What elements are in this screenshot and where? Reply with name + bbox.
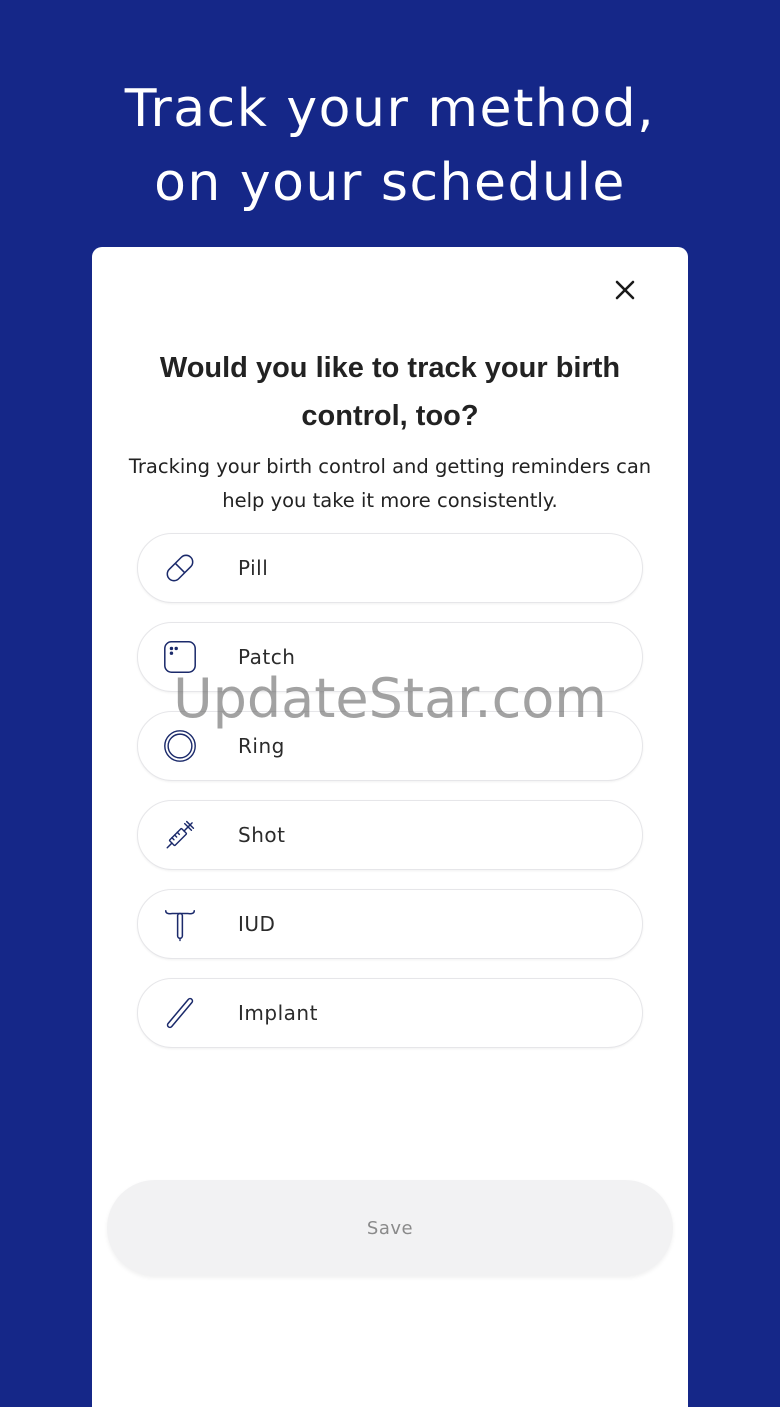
pill-icon bbox=[160, 548, 200, 588]
option-iud[interactable]: IUD bbox=[137, 889, 643, 959]
option-implant[interactable]: Implant bbox=[137, 978, 643, 1048]
headline-line-1: Track your method, bbox=[124, 79, 656, 139]
patch-icon bbox=[160, 637, 200, 677]
ring-icon bbox=[160, 726, 200, 766]
option-label: Ring bbox=[238, 734, 285, 758]
option-patch[interactable]: Patch bbox=[137, 622, 643, 692]
save-button[interactable]: Save bbox=[107, 1180, 673, 1276]
headline-line-2: on your schedule bbox=[154, 153, 626, 213]
option-shot[interactable]: Shot bbox=[137, 800, 643, 870]
option-label: IUD bbox=[238, 912, 276, 936]
method-options-list: Pill Patch Ring Shot IUD Implant bbox=[137, 533, 643, 1067]
birth-control-modal: Would you like to track your birth contr… bbox=[92, 247, 688, 1407]
modal-subtitle: Tracking your birth control and getting … bbox=[128, 455, 652, 512]
option-label: Pill bbox=[238, 556, 269, 580]
option-label: Implant bbox=[238, 1001, 318, 1025]
option-ring[interactable]: Ring bbox=[137, 711, 643, 781]
option-label: Patch bbox=[238, 645, 296, 669]
option-pill[interactable]: Pill bbox=[137, 533, 643, 603]
syringe-icon bbox=[160, 815, 200, 855]
iud-icon bbox=[160, 904, 200, 944]
implant-icon bbox=[160, 993, 200, 1033]
option-label: Shot bbox=[238, 823, 286, 847]
close-icon bbox=[615, 280, 635, 300]
page-headline: Track your method, on your schedule bbox=[0, 72, 780, 220]
modal-title: Would you like to track your birth contr… bbox=[159, 352, 621, 432]
close-button[interactable] bbox=[607, 272, 643, 308]
